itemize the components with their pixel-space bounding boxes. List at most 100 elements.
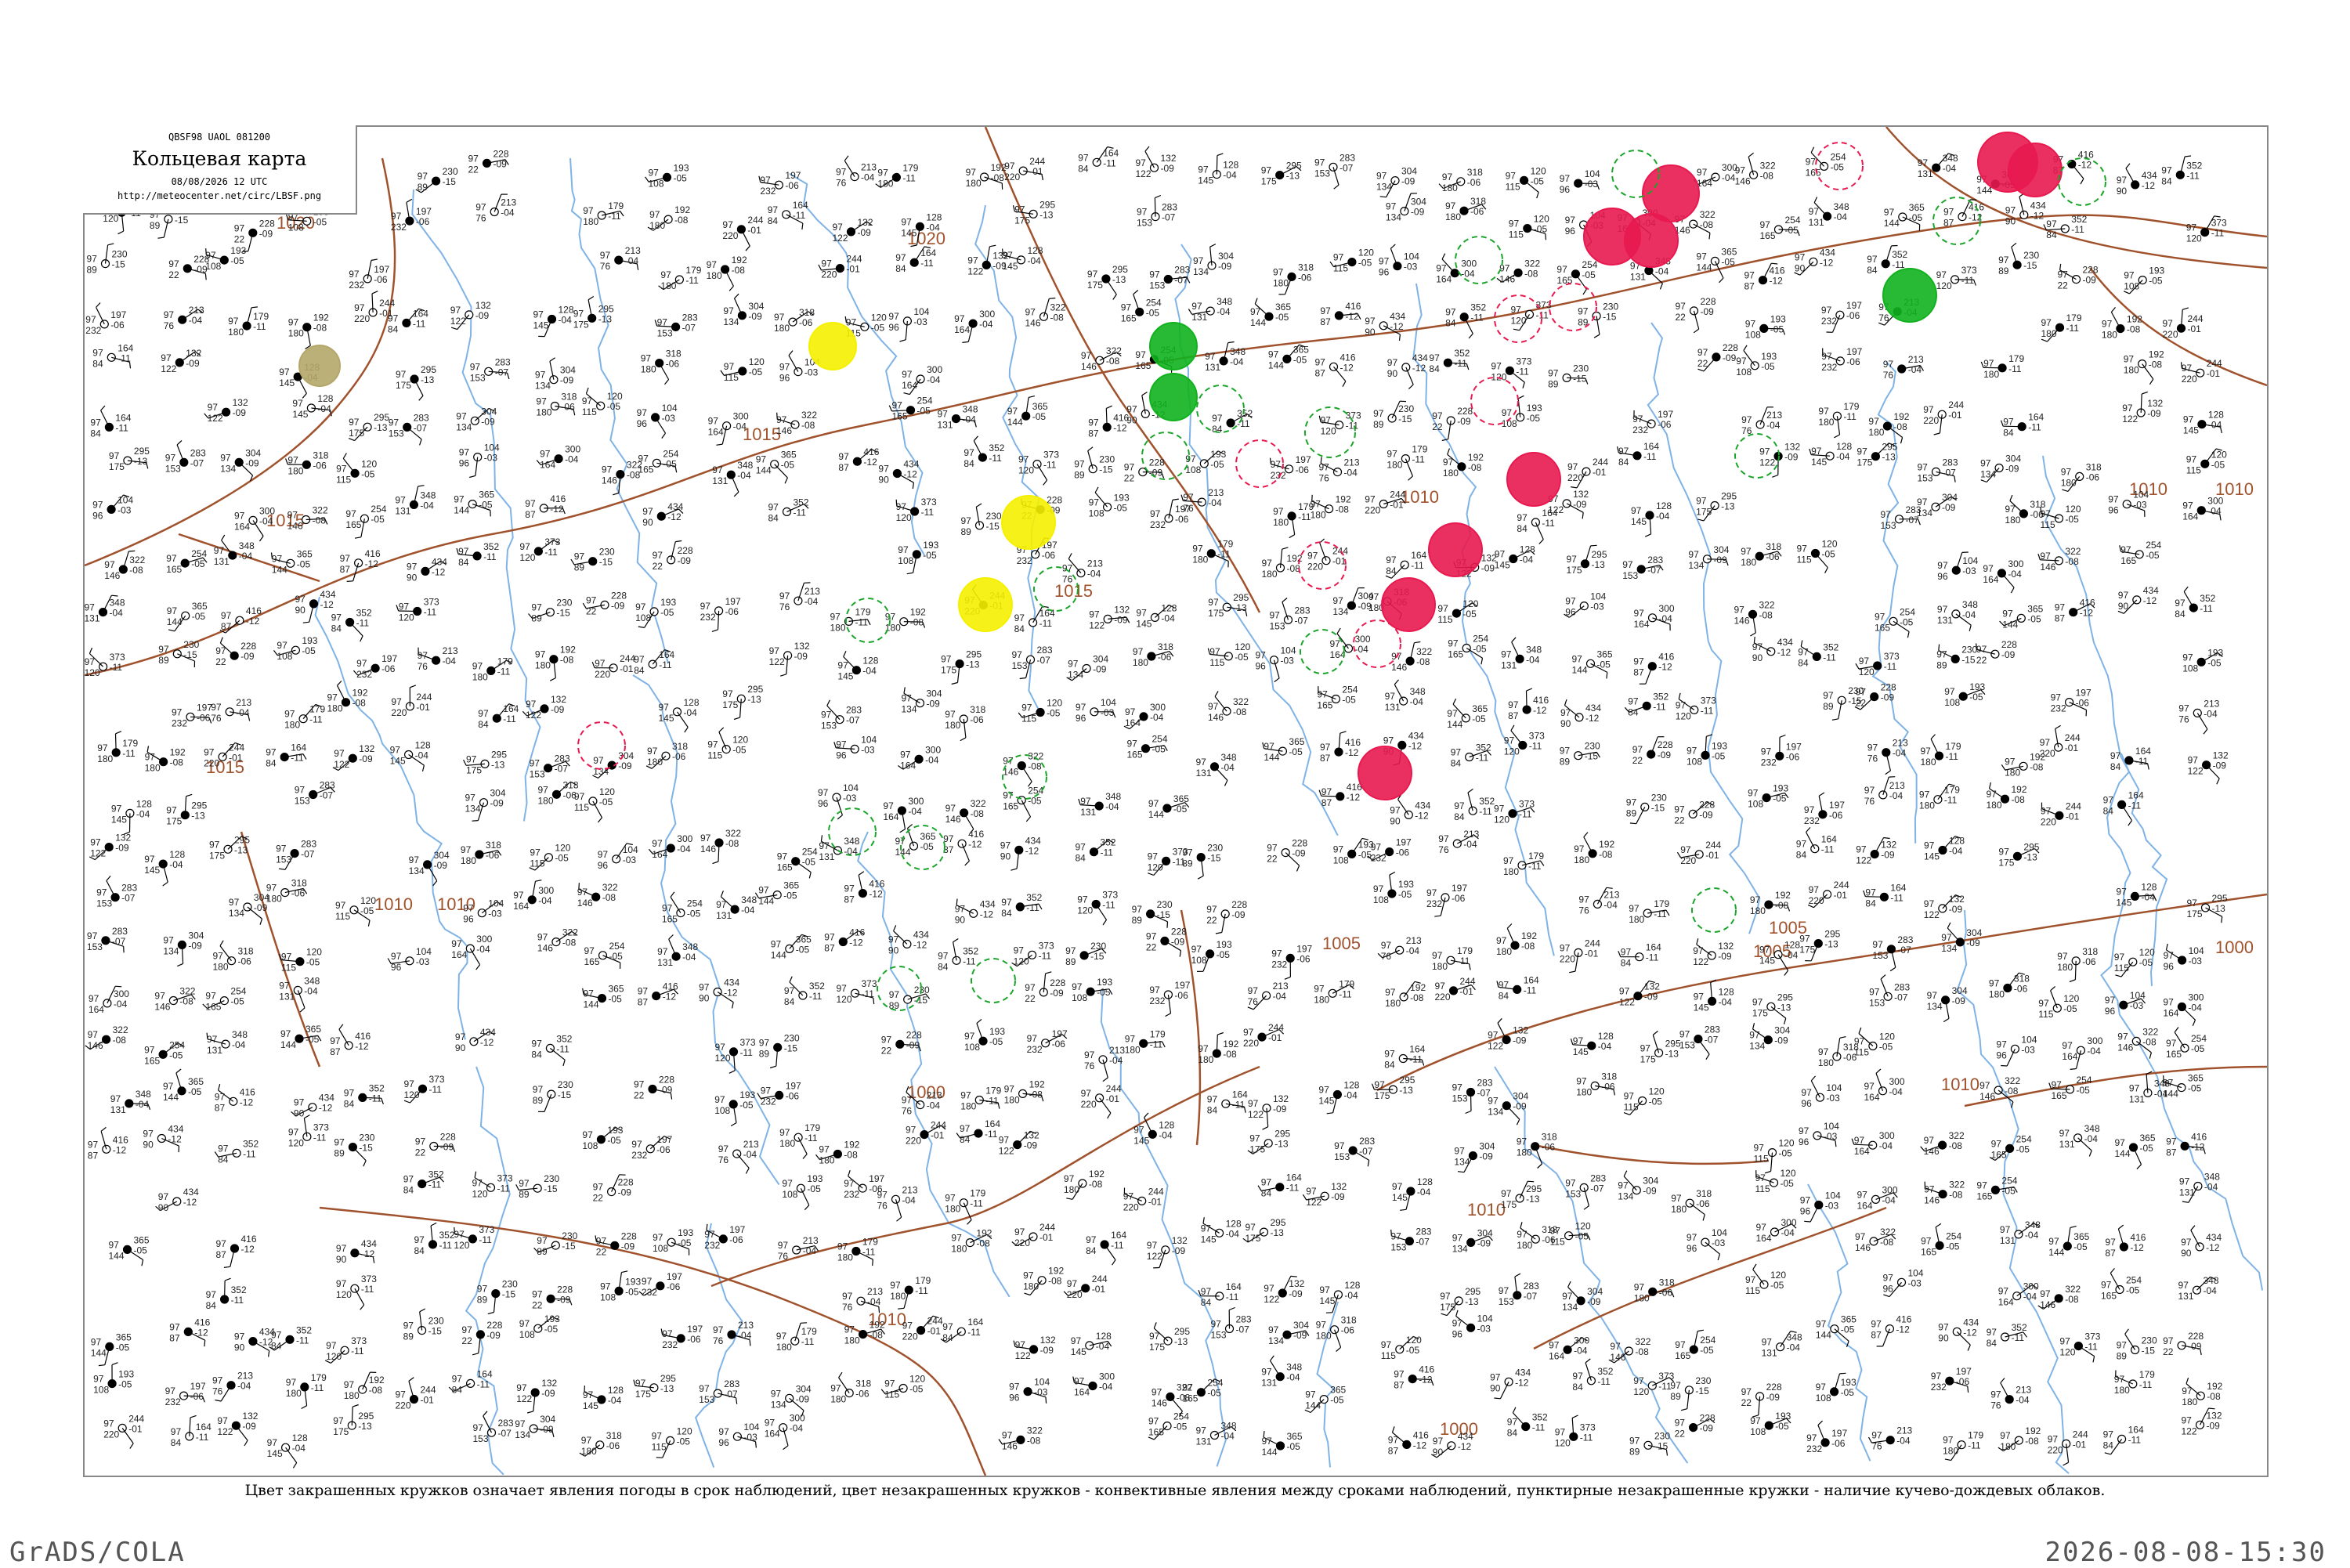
dewpoint-value: 87: [221, 621, 232, 632]
dewpoint-value: 220: [2040, 748, 2055, 759]
pressure-value: 373: [1519, 799, 1535, 810]
temperature-value: 97: [1271, 948, 1282, 959]
pressure-tendency: -08: [2065, 556, 2079, 567]
station-plot: 30097164-04: [1634, 603, 1675, 630]
temperature-value: 97: [1752, 996, 1763, 1007]
dewpoint-value: 96: [1996, 1050, 2007, 1060]
pressure-value: 348: [1221, 752, 1237, 763]
wind-barb-feather: [407, 199, 412, 202]
pressure-value: 254: [1785, 215, 1801, 226]
dewpoint-value: 84: [784, 996, 795, 1007]
pressure-value: 352: [243, 1138, 258, 1149]
dewpoint-value: 175: [722, 699, 738, 710]
station-plot: 12897145-04: [2183, 410, 2224, 436]
station-plot: 34897131-04: [214, 535, 255, 567]
wind-barb-feather: [355, 537, 361, 538]
pressure-tendency: -05: [191, 558, 205, 569]
station-circle: [410, 500, 418, 508]
pressure-tendency: -12: [2143, 595, 2157, 606]
pressure-value: 365: [1275, 302, 1291, 313]
temperature-value: 97: [723, 305, 734, 316]
pressure-value: 230: [1157, 899, 1173, 910]
station-plot: 2309789-15: [334, 1133, 374, 1167]
temperature-value: 97: [2187, 898, 2198, 909]
temperature-value: 97: [1937, 604, 1948, 615]
station-plot: 30497134-09: [456, 406, 497, 432]
pressure-tendency: -12: [863, 457, 877, 468]
pressure-tendency: -05: [192, 611, 206, 622]
dewpoint-value: 115: [582, 406, 597, 417]
temperature-value: 97: [699, 982, 710, 993]
pressure-tendency: -09: [115, 843, 129, 854]
temperature-value: 97: [1883, 359, 1894, 370]
pressure-value: 164: [659, 649, 674, 660]
temperature-value: 97: [349, 417, 360, 428]
temperature-value: 97: [144, 854, 155, 865]
pressure-value: 304: [1218, 251, 1234, 262]
pressure-tendency: -11: [1843, 411, 1856, 422]
pressure-tendency: -01: [620, 663, 634, 674]
temperature-value: 97: [158, 1191, 169, 1202]
dewpoint-value: 108: [635, 612, 651, 623]
temperature-value: 97: [1087, 269, 1098, 280]
temperature-value: 97: [1496, 935, 1507, 946]
wind-barb-feather: [1653, 1031, 1658, 1035]
pressure-value: 348: [232, 1029, 248, 1040]
dewpoint-value: 145: [292, 409, 308, 420]
dewpoint-value: 180: [1385, 998, 1401, 1009]
temperature-value: 97: [2120, 544, 2131, 555]
pressure-tendency: -04: [2204, 708, 2218, 719]
pressure-value: 416: [550, 493, 566, 504]
temperature-value: 97: [2102, 319, 2113, 330]
pressure-value: 318: [238, 946, 254, 957]
station-plot: 19397108-05: [1191, 939, 1232, 972]
temperature-value: 97: [1148, 798, 1159, 809]
pressure-value: 132: [1114, 604, 1130, 615]
dewpoint-value: 153: [276, 854, 291, 865]
dewpoint-value: 115: [1509, 229, 1524, 240]
station-plot: 24497220-01: [1081, 1083, 1122, 1118]
pressure-tendency: -11: [2066, 323, 2080, 334]
station-circle: [1141, 410, 1149, 417]
temperature-value: 97: [295, 594, 306, 605]
wind-barb-feather: [1029, 396, 1035, 398]
pressure-tendency: -04: [2141, 891, 2155, 902]
pressure-tendency: -04: [1882, 1194, 1896, 1205]
temperature-value: 97: [161, 352, 172, 363]
dewpoint-value: 153: [389, 428, 404, 439]
station-plot: 30497134-09: [1917, 492, 1958, 518]
dewpoint-value: 153: [821, 721, 837, 732]
wind-barb-feather: [1583, 289, 1586, 294]
pressure-tendency: -03: [1962, 565, 1976, 576]
station-plot: 2289722-09: [1674, 799, 1715, 826]
dewpoint-value: 232: [356, 669, 372, 680]
station-plot: 29597175-13: [1372, 1075, 1415, 1101]
pressure-tendency: -09: [794, 651, 808, 662]
dewpoint-value: 180: [583, 216, 598, 227]
station-plot: 30097164-04: [902, 364, 942, 395]
temperature-value: 97: [1025, 982, 1036, 993]
temperature-value: 97: [1133, 646, 1144, 657]
pressure-tendency: -03: [2021, 1044, 2035, 1055]
temperature-value: 97: [938, 950, 949, 961]
dewpoint-value: 115: [1021, 714, 1036, 724]
pressure-value: 295: [1882, 442, 1897, 453]
pressure-value: 132: [551, 694, 566, 705]
station-plot: 3529784-11: [1798, 641, 1838, 669]
pressure-value: 213: [1109, 1045, 1125, 1056]
pressure-value: 254: [1900, 606, 1915, 617]
pressure-value: 434: [1025, 835, 1041, 846]
dewpoint-value: 87: [638, 997, 649, 1008]
station-plot: 32297146-08: [1081, 345, 1122, 372]
pressure-value: 120: [306, 947, 322, 958]
dewpoint-value: 165: [144, 1055, 160, 1066]
pressure-value: 348: [136, 1089, 151, 1100]
station-plot: 36597144-05: [895, 824, 936, 858]
station-plot: 12097115-05: [574, 786, 615, 822]
pressure-value: 434: [1390, 311, 1405, 322]
station-plot: 30097164-04: [537, 444, 580, 471]
pressure-tendency: -11: [970, 1198, 983, 1209]
pressure-tendency: -11: [1409, 1054, 1423, 1065]
pressure-value: 104: [1826, 1082, 1842, 1093]
dewpoint-value: 84: [2003, 428, 2014, 439]
